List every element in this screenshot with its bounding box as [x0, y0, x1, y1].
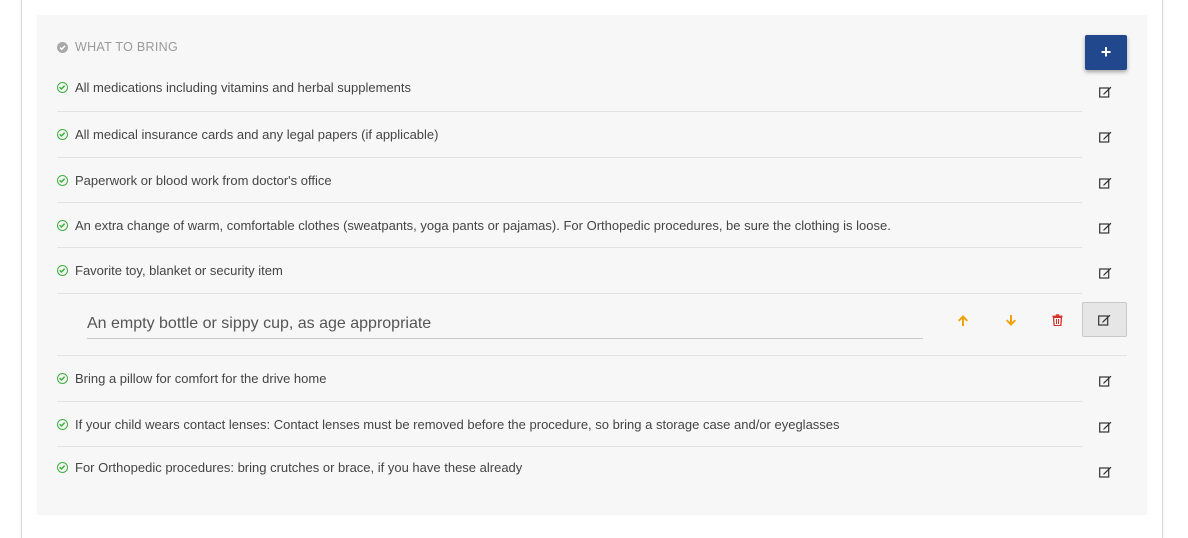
edit-icon	[1098, 267, 1111, 279]
edit-button[interactable]	[1083, 256, 1127, 290]
edit-icon	[1098, 466, 1111, 478]
item-label: All medical insurance cards and any lega…	[75, 127, 439, 142]
section-header: WHAT TO BRING	[57, 38, 178, 56]
list-item: An extra change of warm, comfortable clo…	[57, 203, 1082, 248]
edit-icon	[1098, 177, 1111, 189]
check-circle-icon	[57, 265, 68, 276]
item-label: If your child wears contact lenses: Cont…	[75, 416, 840, 432]
list-item: Bring a pillow for comfort for the drive…	[57, 356, 1082, 402]
list-item: Paperwork or blood work from doctor's of…	[57, 158, 1082, 203]
plus-icon: +	[1100, 42, 1112, 62]
edit-icon	[1098, 86, 1111, 98]
edit-icon	[1098, 222, 1111, 234]
move-down-button[interactable]	[996, 305, 1026, 335]
check-circle-icon	[57, 219, 68, 231]
list-item-editing	[57, 294, 1127, 356]
edit-icon	[1098, 131, 1111, 143]
edit-button-active[interactable]	[1082, 302, 1127, 337]
check-circle-icon	[57, 461, 68, 473]
edit-button[interactable]	[1083, 410, 1127, 444]
check-circle-icon	[57, 418, 68, 430]
edit-button[interactable]	[1083, 364, 1127, 398]
item-label: For Orthopedic procedures: bring crutche…	[75, 459, 523, 475]
item-label: Favorite toy, blanket or security item	[75, 263, 283, 278]
item-label: Bring a pillow for comfort for the drive…	[75, 371, 327, 386]
edit-button[interactable]	[1083, 211, 1127, 245]
edit-icon	[1098, 421, 1111, 433]
item-label: An extra change of warm, comfortable clo…	[75, 217, 891, 233]
move-up-button[interactable]	[948, 305, 978, 335]
edit-button[interactable]	[1083, 120, 1127, 154]
check-circle-icon	[57, 174, 68, 186]
list-item: For Orthopedic procedures: bring crutche…	[57, 447, 1082, 487]
edit-icon	[1098, 314, 1111, 326]
edit-icon	[1098, 375, 1111, 387]
edit-button[interactable]	[1083, 75, 1127, 109]
arrow-down-icon	[1006, 314, 1016, 326]
check-circle-icon	[57, 373, 68, 384]
check-circle-icon	[57, 41, 68, 53]
edit-button[interactable]	[1083, 455, 1127, 489]
item-edit-input[interactable]	[87, 309, 923, 339]
list-item: If your child wears contact lenses: Cont…	[57, 402, 1082, 447]
list-item: All medications including vitamins and h…	[57, 64, 1082, 112]
edit-button[interactable]	[1083, 166, 1127, 200]
arrow-up-icon	[958, 314, 968, 326]
trash-icon	[1052, 314, 1062, 326]
list-item: Favorite toy, blanket or security item	[57, 248, 1082, 294]
list-item: All medical insurance cards and any lega…	[57, 112, 1082, 158]
item-label: All medications including vitamins and h…	[75, 80, 412, 95]
check-circle-icon	[57, 129, 68, 140]
section-title: WHAT TO BRING	[75, 40, 178, 54]
add-item-button[interactable]: +	[1085, 35, 1127, 70]
delete-button[interactable]	[1042, 305, 1072, 335]
item-label: Paperwork or blood work from doctor's of…	[75, 172, 332, 188]
check-circle-icon	[57, 82, 68, 93]
